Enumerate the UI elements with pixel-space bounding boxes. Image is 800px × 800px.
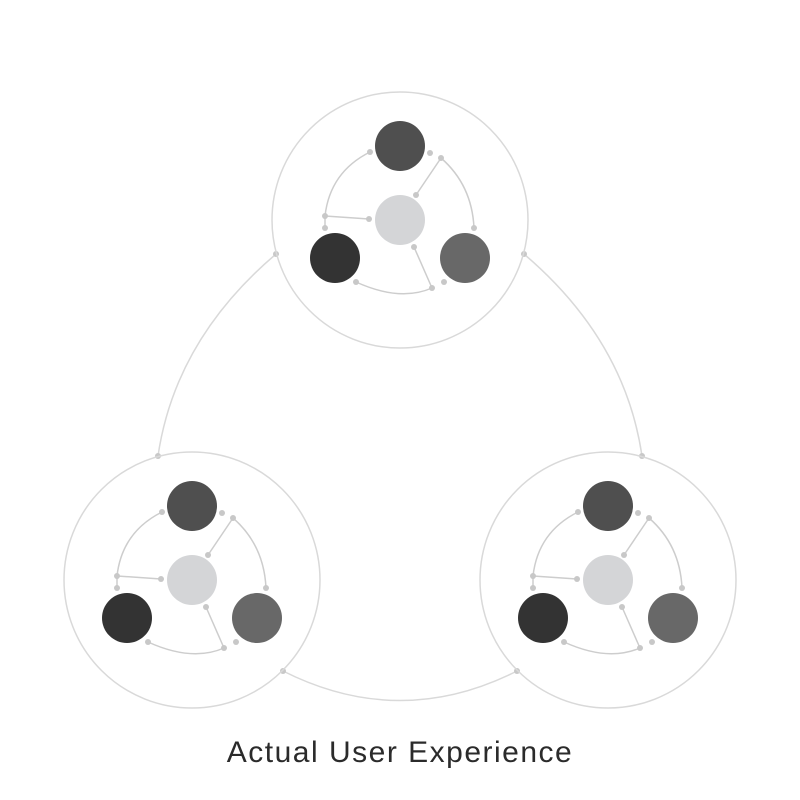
center-node bbox=[375, 195, 425, 245]
connector-dot bbox=[411, 244, 417, 250]
right-node bbox=[440, 233, 490, 283]
connector-dot bbox=[429, 285, 435, 291]
connector-dot bbox=[649, 639, 655, 645]
center-node bbox=[583, 555, 633, 605]
center-node bbox=[167, 555, 217, 605]
connector-dot bbox=[322, 225, 328, 231]
connector-dot bbox=[530, 573, 536, 579]
connector-dot bbox=[114, 573, 120, 579]
top-cluster bbox=[271, 91, 529, 349]
inner-arc-right bbox=[232, 517, 267, 589]
top-node bbox=[583, 481, 633, 531]
connector-dot bbox=[263, 585, 269, 591]
connector-dot bbox=[353, 279, 359, 285]
connector-dot bbox=[230, 515, 236, 521]
right-node bbox=[232, 593, 282, 643]
connector-dot bbox=[158, 576, 164, 582]
connector-dot bbox=[441, 279, 447, 285]
diagram-caption: Actual User Experience bbox=[226, 736, 574, 769]
clusters bbox=[63, 91, 737, 709]
network-diagram bbox=[63, 91, 737, 709]
left-node bbox=[310, 233, 360, 283]
inner-arc-bottom bbox=[563, 641, 641, 655]
connector-dot bbox=[530, 585, 536, 591]
arc-top-to-left bbox=[157, 253, 277, 457]
connector-dot bbox=[621, 552, 627, 558]
connector-dot bbox=[366, 216, 372, 222]
connector-dot bbox=[646, 515, 652, 521]
connector-line bbox=[207, 517, 234, 556]
top-node bbox=[375, 121, 425, 171]
connector-line bbox=[621, 606, 641, 649]
outer-connection-arcs bbox=[155, 251, 645, 702]
inner-arc-left bbox=[116, 511, 163, 577]
inner-arc-bottom bbox=[147, 641, 225, 655]
connector-dot bbox=[159, 509, 165, 515]
connector-dot bbox=[438, 155, 444, 161]
left-node bbox=[102, 593, 152, 643]
connector-dot bbox=[413, 192, 419, 198]
connector-dot bbox=[427, 150, 433, 156]
connector-dot bbox=[145, 639, 151, 645]
connector-dot bbox=[205, 552, 211, 558]
inner-arc-bottom bbox=[355, 281, 433, 295]
connector-dot bbox=[233, 639, 239, 645]
connector-line bbox=[205, 606, 225, 649]
arc-top-to-right bbox=[523, 253, 643, 457]
connector-line bbox=[324, 215, 370, 220]
inner-arc-left bbox=[324, 151, 371, 217]
connector-dot bbox=[637, 645, 643, 651]
connector-line bbox=[532, 575, 578, 580]
connector-line bbox=[413, 246, 433, 289]
connector-dot bbox=[221, 645, 227, 651]
connector-line bbox=[623, 517, 650, 556]
connector-dot bbox=[679, 585, 685, 591]
connector-dot bbox=[575, 509, 581, 515]
connector-dot bbox=[322, 213, 328, 219]
connector-dot bbox=[367, 149, 373, 155]
connector-dot bbox=[471, 225, 477, 231]
inner-arc-left bbox=[532, 511, 579, 577]
connector-dot bbox=[561, 639, 567, 645]
left-node bbox=[518, 593, 568, 643]
right-node bbox=[648, 593, 698, 643]
connector-dot bbox=[619, 604, 625, 610]
arc-left-to-right bbox=[282, 670, 518, 702]
connector-line bbox=[116, 575, 162, 580]
inner-arc-right bbox=[440, 157, 475, 229]
connector-dot bbox=[219, 510, 225, 516]
connector-dot bbox=[635, 510, 641, 516]
connector-dot bbox=[114, 585, 120, 591]
top-node bbox=[167, 481, 217, 531]
connector-dot bbox=[203, 604, 209, 610]
connector-dot bbox=[574, 576, 580, 582]
connector-line bbox=[415, 157, 442, 196]
inner-arc-right bbox=[648, 517, 683, 589]
